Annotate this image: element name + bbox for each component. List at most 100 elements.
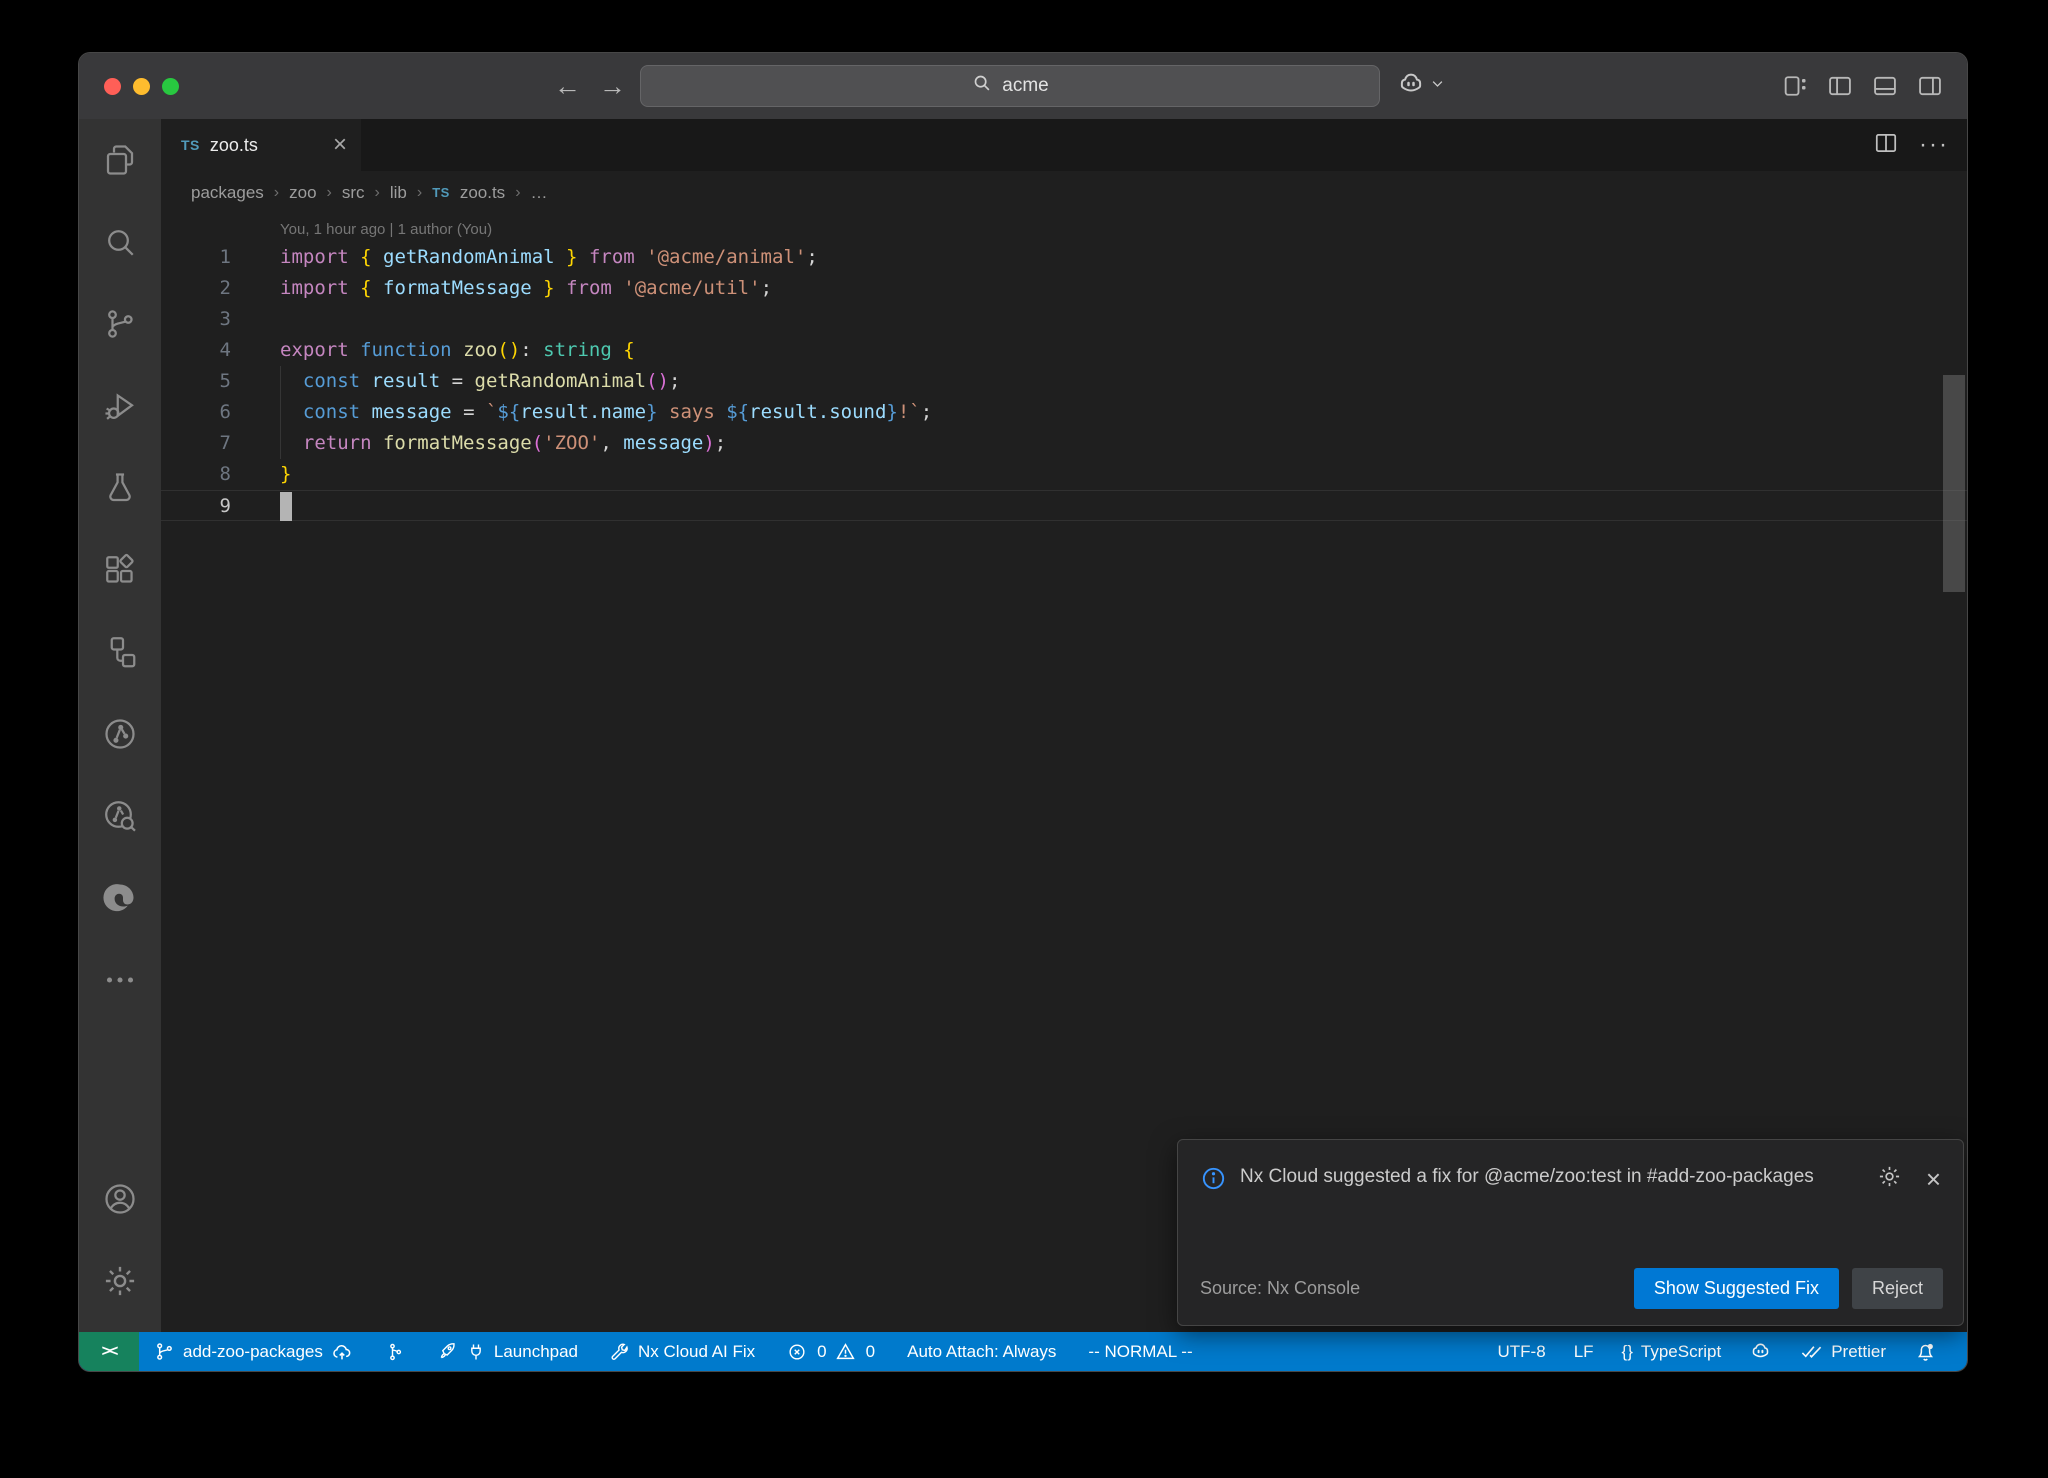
copilot-icon [1396, 69, 1426, 104]
branch-label: add-zoo-packages [183, 1342, 323, 1362]
nx-project-graph-icon[interactable] [79, 775, 161, 857]
code-line-9[interactable]: 9 [161, 490, 1967, 521]
toggle-primary-sidebar-icon[interactable] [1826, 72, 1854, 100]
search-view-icon[interactable] [79, 201, 161, 283]
wrench-icon [610, 1342, 630, 1362]
notification-close-icon[interactable]: × [1926, 1166, 1941, 1192]
reject-button[interactable]: Reject [1852, 1268, 1943, 1309]
customize-layout-icon[interactable] [1781, 72, 1809, 100]
settings-gear-icon[interactable] [79, 1240, 161, 1322]
indent-guide [280, 397, 281, 428]
double-check-icon [1800, 1340, 1823, 1363]
blame-annotation[interactable]: You, 1 hour ago | 1 author (You) [280, 218, 1967, 242]
extensions-icon[interactable] [79, 529, 161, 611]
editor-cursor [280, 492, 292, 521]
vim-mode-item[interactable]: -- NORMAL -- [1088, 1342, 1192, 1362]
problems-item[interactable]: 0 0 [787, 1341, 875, 1362]
source-control-icon[interactable] [79, 283, 161, 365]
breadcrumb-item[interactable]: zoo [289, 183, 316, 203]
notification-message: Nx Cloud suggested a fix for @acme/zoo:t… [1240, 1158, 1825, 1196]
editor-scrollbar[interactable] [1943, 375, 1965, 592]
more-views-icon[interactable] [79, 939, 161, 1021]
language-mode-item[interactable]: {} TypeScript [1622, 1342, 1722, 1362]
toggle-secondary-sidebar-icon[interactable] [1916, 72, 1944, 100]
indent-guide [280, 366, 281, 397]
tab-close-icon[interactable]: × [333, 133, 347, 157]
warning-count: 0 [866, 1342, 875, 1362]
command-center-value: acme [1002, 75, 1048, 97]
code-text: import { getRandomAnimal } from '@acme/a… [231, 242, 818, 273]
line-number: 8 [161, 459, 231, 490]
error-count: 0 [817, 1342, 826, 1362]
code-text: const result = getRandomAnimal(); [231, 366, 680, 397]
language-label: TypeScript [1641, 1342, 1721, 1362]
navigate-forward-button[interactable]: → [599, 73, 626, 100]
breadcrumb-item[interactable]: src [342, 183, 365, 203]
code-line-1[interactable]: 1import { getRandomAnimal } from '@acme/… [161, 242, 1967, 273]
code-text: export function zoo(): string { [231, 335, 635, 366]
run-and-debug-icon[interactable] [79, 365, 161, 447]
minimize-window-button[interactable] [133, 78, 150, 95]
info-icon [1200, 1158, 1227, 1197]
notification-settings-gear-icon[interactable] [1877, 1164, 1902, 1194]
command-center-search[interactable]: acme [640, 65, 1380, 107]
code-line-2[interactable]: 2import { formatMessage } from '@acme/ut… [161, 273, 1967, 304]
code-line-6[interactable]: 6 const message = `${result.name} says $… [161, 397, 1967, 428]
navigate-back-button[interactable]: ← [554, 73, 581, 100]
tab-strip: TS zoo.ts × ··· [161, 119, 1967, 171]
window-controls [104, 78, 179, 95]
code-line-4[interactable]: 4export function zoo(): string { [161, 335, 1967, 366]
code-line-7[interactable]: 7 return formatMessage('ZOO', message); [161, 428, 1967, 459]
git-branch-item[interactable]: add-zoo-packages [154, 1341, 353, 1363]
breadcrumb-item[interactable]: … [531, 183, 548, 203]
code-line-5[interactable]: 5 const result = getRandomAnimal(); [161, 366, 1967, 397]
nx-console-icon[interactable] [79, 693, 161, 775]
launchpad-item[interactable]: Launchpad [437, 1341, 578, 1362]
breadcrumb-separator: › [327, 184, 332, 202]
auto-attach-item[interactable]: Auto Attach: Always [907, 1342, 1056, 1362]
source-control-graph-item[interactable] [385, 1342, 405, 1362]
split-editor-icon[interactable] [1873, 130, 1899, 161]
breadcrumb-item[interactable]: zoo.ts [460, 183, 505, 203]
notifications-bell-item[interactable] [1914, 1340, 1937, 1363]
encoding-item[interactable]: UTF-8 [1498, 1342, 1546, 1362]
nx-cloud-ai-fix-item[interactable]: Nx Cloud AI Fix [610, 1342, 755, 1362]
close-window-button[interactable] [104, 78, 121, 95]
plug-icon [466, 1342, 486, 1362]
line-number: 5 [161, 366, 231, 397]
zoom-window-button[interactable] [162, 78, 179, 95]
rocket-icon [437, 1341, 458, 1362]
more-actions-icon[interactable]: ··· [1919, 131, 1949, 159]
typescript-file-icon: TS [181, 137, 200, 153]
nx-workspace-icon[interactable] [79, 611, 161, 693]
copilot-menu-button[interactable] [1396, 69, 1445, 104]
code-line-3[interactable]: 3 [161, 304, 1967, 335]
code-text: } [231, 459, 291, 490]
microsoft-edge-tools-icon[interactable] [79, 857, 161, 939]
titlebar: ← → acme [79, 53, 1967, 119]
line-number: 1 [161, 242, 231, 273]
toggle-panel-icon[interactable] [1871, 72, 1899, 100]
explorer-icon[interactable] [79, 119, 161, 201]
line-number: 4 [161, 335, 231, 366]
code-text [231, 491, 292, 520]
indent-guide [280, 428, 281, 459]
nx-cloud-ai-fix-label: Nx Cloud AI Fix [638, 1342, 755, 1362]
tab-zoo-ts[interactable]: TS zoo.ts × [161, 119, 361, 171]
testing-icon[interactable] [79, 447, 161, 529]
prettier-item[interactable]: Prettier [1800, 1340, 1886, 1363]
eol-item[interactable]: LF [1574, 1342, 1594, 1362]
show-suggested-fix-button[interactable]: Show Suggested Fix [1634, 1268, 1839, 1309]
code-text: const message = `${result.name} says ${r… [231, 397, 932, 428]
typescript-file-icon: TS [432, 185, 450, 200]
remote-indicator[interactable]: >< [79, 1332, 139, 1371]
breadcrumb-item[interactable]: lib [390, 183, 407, 203]
account-icon[interactable] [79, 1158, 161, 1240]
git-branch-icon [154, 1341, 175, 1362]
warning-icon [835, 1341, 856, 1362]
code-line-8[interactable]: 8} [161, 459, 1967, 490]
copilot-status-item[interactable] [1749, 1340, 1772, 1363]
error-icon [787, 1342, 807, 1362]
code-text: return formatMessage('ZOO', message); [231, 428, 726, 459]
breadcrumb-item[interactable]: packages [191, 183, 264, 203]
